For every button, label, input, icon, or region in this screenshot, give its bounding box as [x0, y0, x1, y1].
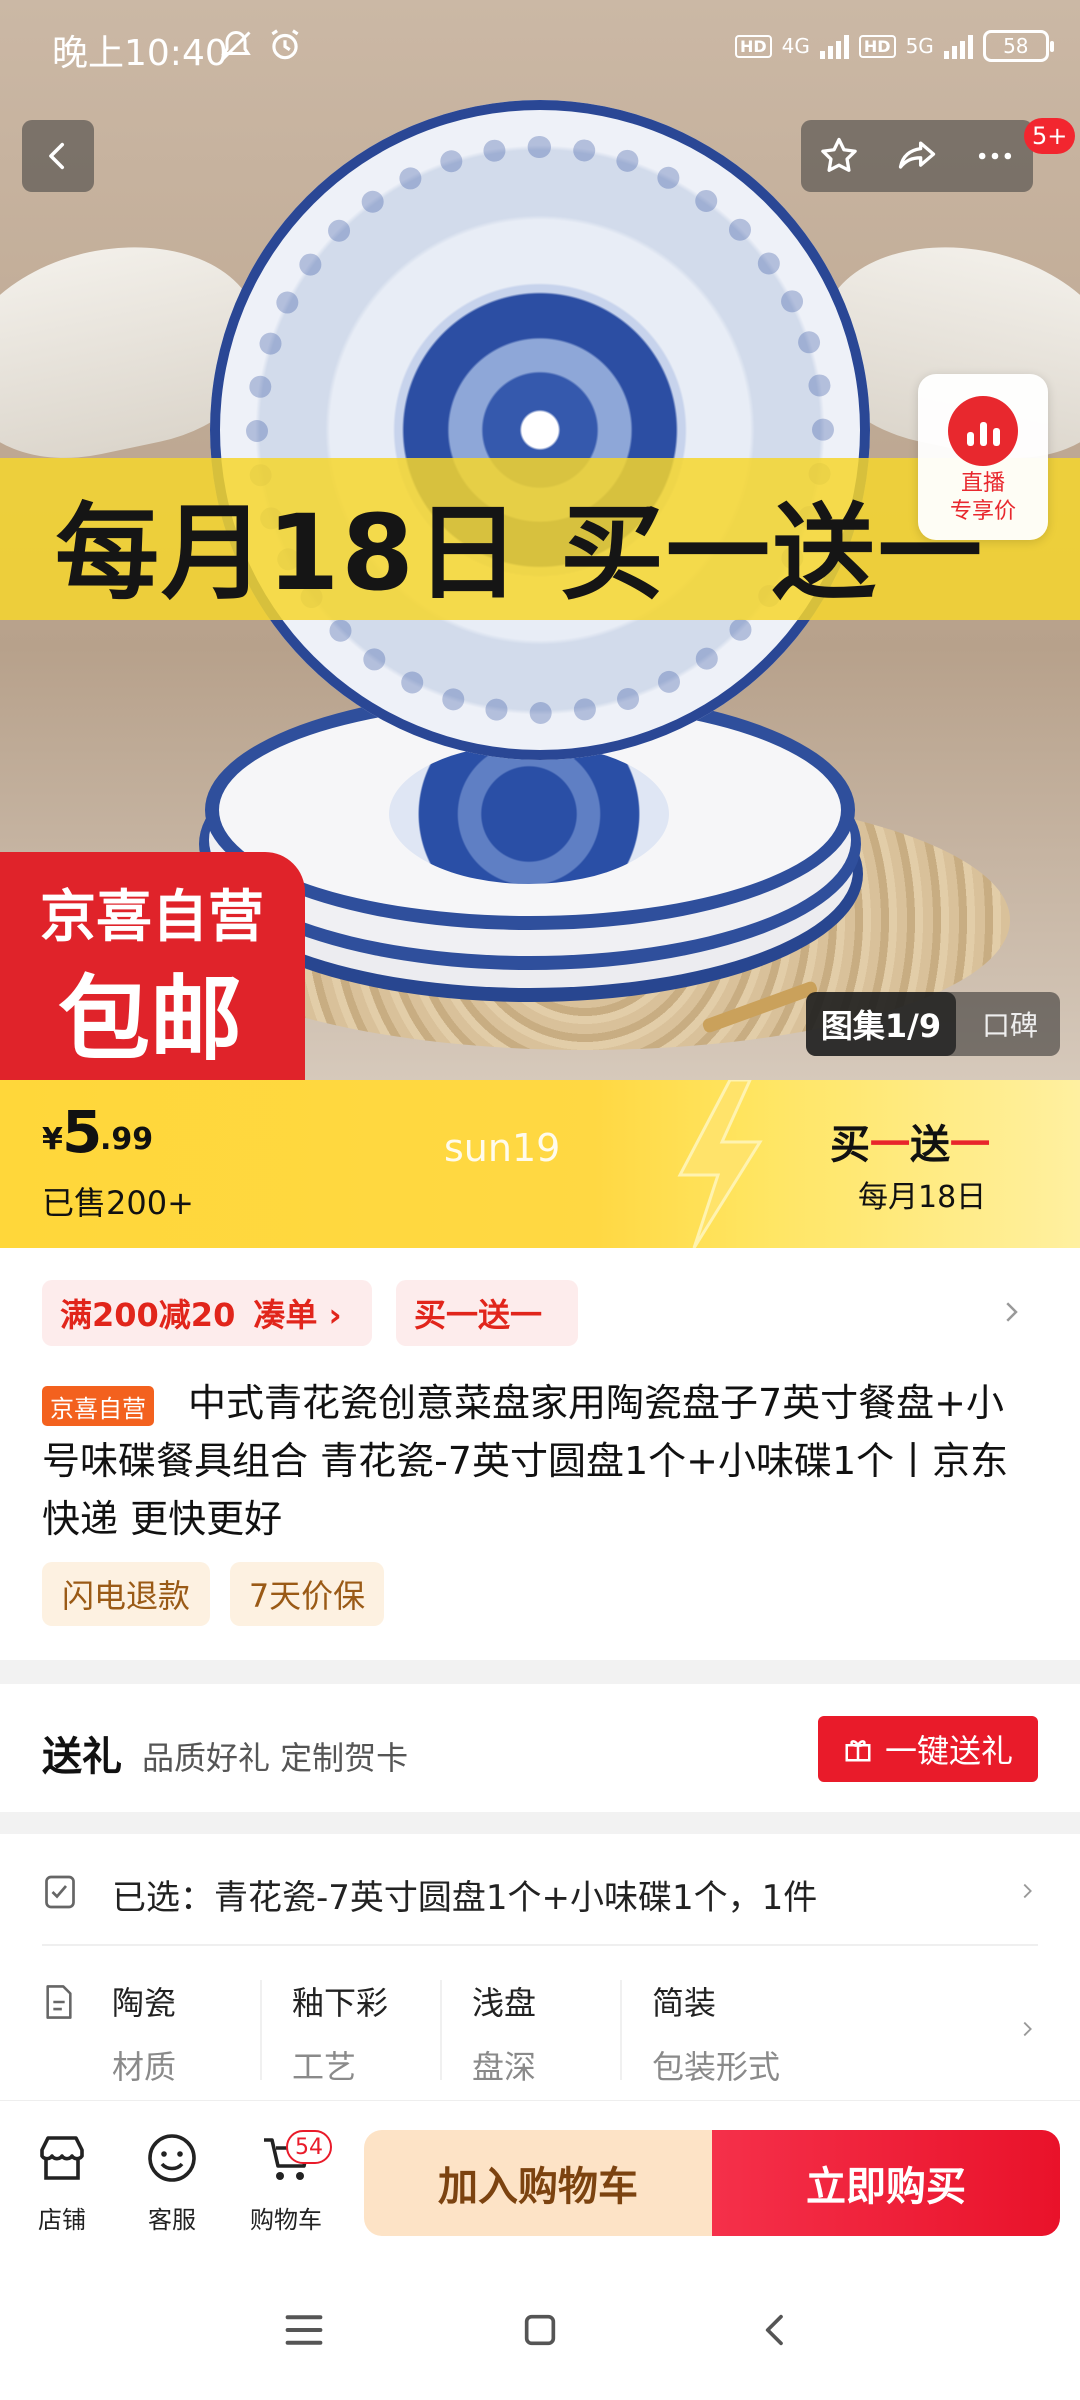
send-gift-button[interactable]: 一键送礼 — [818, 1716, 1038, 1782]
currency-symbol: ¥ — [42, 1122, 63, 1157]
live-icon — [948, 396, 1018, 466]
spec-craft: 釉下彩 工艺 — [292, 1984, 389, 2086]
mute-bell-icon — [221, 30, 251, 61]
signal-icon — [819, 33, 849, 59]
share-button[interactable] — [879, 120, 955, 192]
promo-subtitle: 每月18日 — [858, 1180, 987, 1215]
hd-icon: HD — [858, 34, 896, 58]
more-icon — [978, 152, 1012, 160]
gift-icon — [845, 1740, 871, 1762]
customer-service-button[interactable]: 客服 — [122, 2130, 222, 2235]
gift-title: 送礼 — [42, 1734, 122, 1780]
coupon-full-reduction[interactable]: 满200减20 凑单 › — [42, 1280, 372, 1346]
cart-count-badge: 54 — [286, 2130, 332, 2164]
status-time: 晚上10:40 — [52, 33, 228, 74]
buy-now-button[interactable]: 立即购买 — [712, 2130, 1060, 2236]
battery-icon: 58 — [982, 30, 1054, 62]
blue-white-plate-image — [210, 100, 870, 760]
spec-material: 陶瓷 材质 — [112, 1984, 177, 2086]
sold-count: 已售200+ — [42, 1184, 194, 1222]
divider — [42, 1944, 1038, 1946]
back-nav-icon — [765, 2314, 783, 2346]
gallery-tab[interactable]: 图集1/9 — [806, 992, 956, 1056]
watermark: sun19 — [444, 1126, 561, 1170]
system-back-button[interactable] — [746, 2300, 806, 2360]
store-icon — [40, 2136, 84, 2180]
share-icon — [898, 141, 936, 169]
hd-icon: HD — [735, 34, 772, 58]
status-indicators: HD 4G HD 5G 58 — [735, 26, 1054, 66]
spec-depth: 浅盘 盘深 — [472, 1984, 537, 2086]
add-to-cart-button[interactable]: 加入购物车 — [364, 2130, 712, 2236]
product-detail-page: 每月18日 买一送一 京喜自营 包邮 图集1/9 口碑 直播 专享价 晚上10:… — [0, 0, 1080, 2400]
promo-title: 买一送一 — [830, 1122, 990, 1168]
jx-self-operated-tag: 京喜自营 — [42, 1386, 154, 1426]
home-button[interactable] — [510, 2300, 570, 2360]
coupon-buy-one-get-one[interactable]: 买一送一 — [396, 1280, 578, 1346]
message-badge: 5+ — [1024, 118, 1076, 154]
gift-subtitle: 品质好礼 定制贺卡 — [142, 1739, 409, 1777]
service-icon — [148, 2134, 196, 2182]
chevron-right-icon[interactable] — [996, 1294, 1026, 1330]
product-title: 中式青花瓷创意菜盘家用陶瓷盘子7英寸餐盘+小号味碟餐具组合 青花瓷-7英寸圆盘1… — [42, 1381, 1009, 1541]
more-button[interactable] — [957, 120, 1033, 192]
service-tag-fast-refund: 闪电退款 — [42, 1562, 210, 1626]
back-button[interactable] — [22, 120, 94, 192]
spec-packaging: 简装 包装形式 — [652, 1984, 781, 2086]
spec-sheet-icon — [46, 1985, 72, 2019]
shipping-badge-brand: 京喜自营 — [40, 885, 264, 950]
chevron-right-icon[interactable] — [1016, 2014, 1038, 2044]
price-decimal: .99 — [100, 1122, 154, 1157]
price-integer: 5 — [62, 1098, 103, 1166]
live-label: 直播 专享价 — [949, 471, 1016, 524]
lightning-icon — [677, 1080, 763, 1248]
menu-icon — [285, 2315, 323, 2345]
home-icon — [524, 2314, 556, 2346]
back-icon — [49, 142, 65, 170]
chevron-right-icon[interactable] — [1016, 1876, 1038, 1906]
store-button[interactable]: 店铺 — [12, 2130, 112, 2235]
star-icon — [821, 137, 857, 172]
reviews-tab[interactable]: 口碑 — [960, 992, 1060, 1056]
selected-sku-row[interactable]: 已选：青花瓷-7英寸圆盘1个+小味碟1个，1件 — [112, 1870, 817, 1919]
menu-button[interactable] — [274, 2300, 334, 2360]
alarm-icon — [271, 29, 299, 60]
shipping-badge-free: 包邮 — [58, 966, 243, 1073]
favorite-button[interactable] — [801, 120, 877, 192]
service-tag-price-protect: 7天价保 — [230, 1562, 384, 1626]
signal-icon — [943, 33, 973, 59]
promo-banner-text: 每月18日 买一送一 — [55, 492, 984, 614]
selected-sku-icon — [45, 1875, 75, 1909]
